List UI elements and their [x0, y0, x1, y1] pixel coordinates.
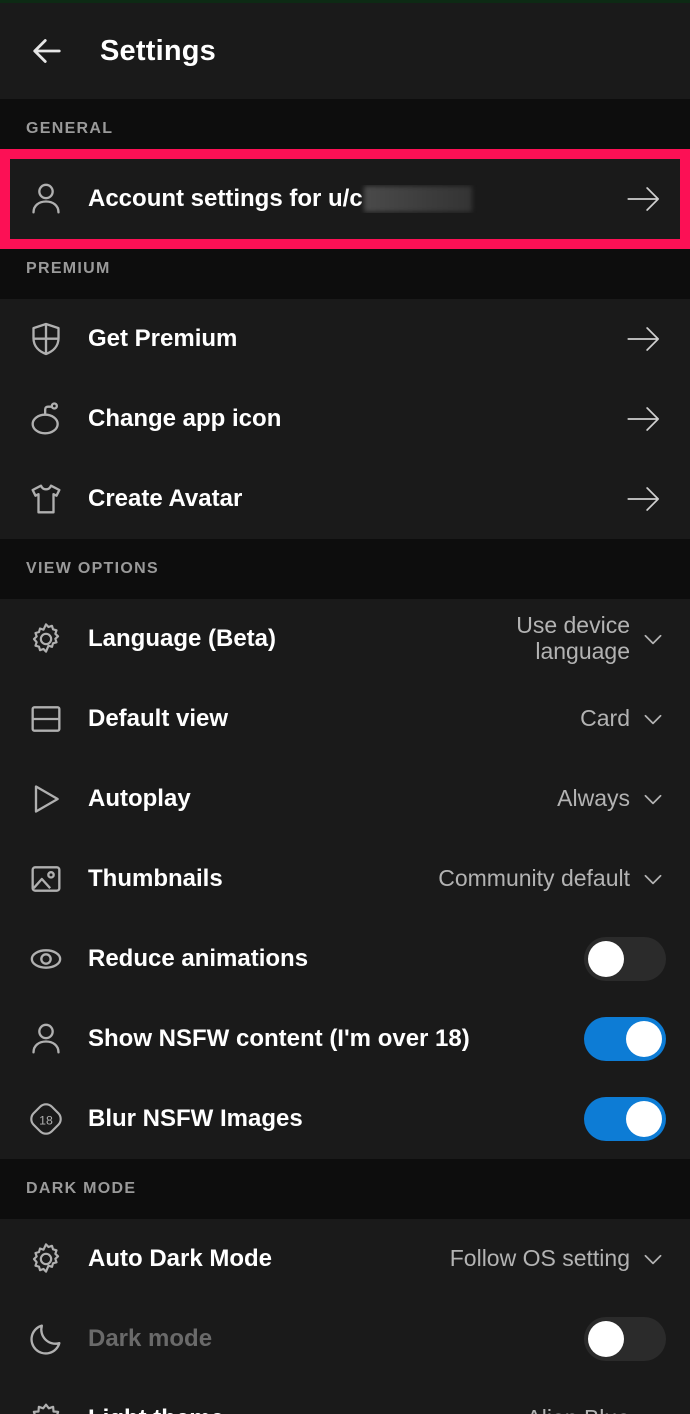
gear-icon	[26, 619, 66, 659]
gear-icon	[26, 1239, 66, 1279]
row-thumbnails[interactable]: Thumbnails Community default	[0, 839, 690, 919]
group-dark-mode: Auto Dark Mode Follow OS setting Dark mo…	[0, 1219, 690, 1414]
snoo-icon	[26, 399, 66, 439]
section-header-view-options: VIEW OPTIONS	[0, 539, 690, 599]
account-settings-highlight-wrapper: Account settings for u/c	[0, 149, 690, 249]
user-icon	[26, 1019, 66, 1059]
row-language-value[interactable]: Use device language	[450, 612, 630, 665]
section-header-general: GENERAL	[0, 99, 690, 159]
row-auto-dark-mode-value[interactable]: Follow OS setting	[450, 1245, 630, 1272]
row-autoplay-label: Autoplay	[88, 785, 191, 812]
row-show-nsfw[interactable]: Show NSFW content (I'm over 18)	[0, 999, 690, 1079]
play-icon	[26, 779, 66, 819]
age18-icon: 18	[26, 1099, 66, 1139]
moon-icon	[26, 1319, 66, 1359]
section-header-premium-label: PREMIUM	[26, 260, 111, 277]
account-settings-text: Account settings for u/c	[88, 185, 363, 212]
row-dark-mode-label: Dark mode	[88, 1325, 213, 1352]
tshirt-icon	[26, 479, 66, 519]
chevron-down-icon[interactable]	[640, 866, 666, 892]
row-blur-nsfw[interactable]: 18 Blur NSFW Images	[0, 1079, 690, 1159]
row-change-app-icon[interactable]: Change app icon	[0, 379, 690, 459]
row-thumbnails-value[interactable]: Community default	[438, 865, 630, 892]
chevron-right-arrow-icon[interactable]	[622, 403, 666, 435]
section-header-general-label: GENERAL	[26, 120, 114, 137]
card-view-icon	[26, 699, 66, 739]
chevron-down-icon[interactable]	[640, 706, 666, 732]
toggle-dark-mode[interactable]	[584, 1317, 666, 1361]
toggle-reduce-animations[interactable]	[584, 937, 666, 981]
chevron-down-icon[interactable]	[640, 786, 666, 812]
row-auto-dark-mode[interactable]: Auto Dark Mode Follow OS setting	[0, 1219, 690, 1299]
user-icon	[26, 179, 66, 219]
section-header-view-options-label: VIEW OPTIONS	[26, 560, 159, 577]
row-blur-nsfw-label: Blur NSFW Images	[88, 1105, 303, 1132]
row-autoplay-value[interactable]: Always	[557, 785, 630, 812]
row-create-avatar[interactable]: Create Avatar	[0, 459, 690, 539]
image-icon	[26, 859, 66, 899]
row-get-premium[interactable]: Get Premium	[0, 299, 690, 379]
chevron-right-arrow-icon[interactable]	[622, 323, 666, 355]
redacted-username	[363, 186, 472, 212]
page-title: Settings	[100, 34, 216, 67]
section-header-premium: PREMIUM	[0, 239, 690, 299]
row-get-premium-label: Get Premium	[88, 325, 238, 352]
row-change-app-icon-label: Change app icon	[88, 405, 282, 432]
row-language-label: Language (Beta)	[88, 625, 277, 652]
row-autoplay[interactable]: Autoplay Always	[0, 759, 690, 839]
eye-icon	[26, 939, 66, 979]
row-account-settings[interactable]: Account settings for u/c	[0, 159, 690, 239]
row-thumbnails-label: Thumbnails	[88, 865, 223, 892]
svg-text:18: 18	[39, 1114, 53, 1128]
row-auto-dark-mode-label: Auto Dark Mode	[88, 1245, 273, 1272]
chevron-right-arrow-icon[interactable]	[622, 183, 666, 215]
row-light-theme[interactable]: Light theme Alien Blue	[0, 1379, 690, 1414]
row-account-settings-label: Account settings for u/c	[88, 185, 622, 213]
row-default-view-value[interactable]: Card	[580, 705, 630, 732]
chevron-right-arrow-icon[interactable]	[622, 483, 666, 515]
row-light-theme-value[interactable]: Alien Blue	[526, 1405, 630, 1414]
sun-icon	[26, 1399, 66, 1414]
row-dark-mode[interactable]: Dark mode	[0, 1299, 690, 1379]
app-bar: Settings	[0, 3, 690, 99]
row-default-view-label: Default view	[88, 705, 229, 732]
chevron-down-icon[interactable]	[640, 1406, 666, 1414]
toggle-show-nsfw[interactable]	[584, 1017, 666, 1061]
row-create-avatar-label: Create Avatar	[88, 485, 243, 512]
row-language[interactable]: Language (Beta) Use device language	[0, 599, 690, 679]
row-light-theme-label: Light theme	[88, 1405, 526, 1414]
group-view-options: Language (Beta) Use device language Defa…	[0, 599, 690, 1159]
row-reduce-animations[interactable]: Reduce animations	[0, 919, 690, 999]
group-premium: Get Premium Change app icon Create Avata…	[0, 299, 690, 539]
row-show-nsfw-label: Show NSFW content (I'm over 18)	[88, 1025, 470, 1052]
chevron-down-icon[interactable]	[640, 1246, 666, 1272]
section-header-dark-mode-label: DARK MODE	[26, 1180, 137, 1197]
chevron-down-icon[interactable]	[640, 626, 666, 652]
shield-icon	[26, 319, 66, 359]
toggle-blur-nsfw[interactable]	[584, 1097, 666, 1141]
section-header-dark-mode: DARK MODE	[0, 1159, 690, 1219]
back-arrow-icon[interactable]	[26, 30, 68, 72]
row-default-view[interactable]: Default view Card	[0, 679, 690, 759]
row-reduce-animations-label: Reduce animations	[88, 945, 309, 972]
settings-screen: Settings GENERAL Account settings for u/…	[0, 0, 690, 1414]
